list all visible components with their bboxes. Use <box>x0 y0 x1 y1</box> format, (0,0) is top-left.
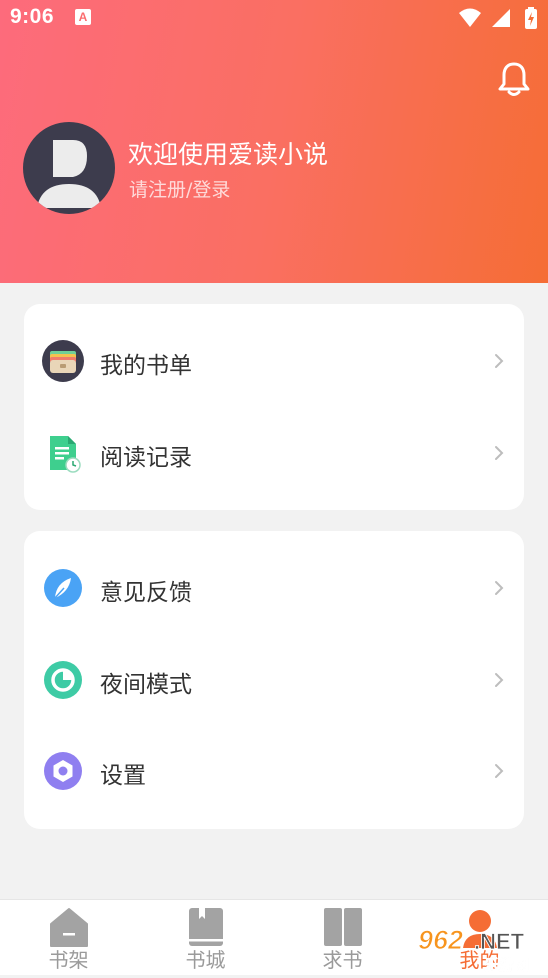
chevron-right-icon <box>495 673 504 687</box>
person-icon <box>463 910 497 948</box>
tab-my-profile[interactable]: 我的 <box>411 900 548 975</box>
menu-item-reading-history[interactable]: 阅读记录 <box>24 414 524 494</box>
bottom-tab-bar: 书架 书城 求书 我的 <box>0 899 548 975</box>
menu-label: 设置 <box>100 763 146 789</box>
menu-label: 我的书单 <box>100 353 192 379</box>
tab-label: 求书 <box>322 948 363 972</box>
wallet-icon <box>42 340 84 382</box>
wifi-icon <box>459 8 481 27</box>
open-book-icon <box>324 908 362 946</box>
default-avatar-icon <box>37 140 101 208</box>
status-bar: 9:06 A <box>0 0 548 36</box>
cell-signal-icon <box>492 9 510 27</box>
register-login-link[interactable]: 请注册/登录 <box>129 175 230 202</box>
menu-item-feedback[interactable]: 意见反馈 <box>24 549 524 629</box>
chevron-right-icon <box>495 354 504 368</box>
menu-label: 阅读记录 <box>100 445 192 471</box>
feather-icon <box>44 569 82 607</box>
menu-label: 夜间模式 <box>100 672 192 698</box>
profile-header: 9:06 A 欢迎使用爱读小说 请注册/登录 <box>0 0 548 283</box>
tab-bookshelf[interactable]: 书架 <box>0 900 137 975</box>
house-icon <box>50 908 88 947</box>
tab-bookstore[interactable]: 书城 <box>137 900 274 975</box>
menu-label: 意见反馈 <box>100 580 192 606</box>
chevron-right-icon <box>495 764 504 778</box>
notification-badge-icon: A <box>75 9 91 25</box>
menu-card-settings: 意见反馈 夜间模式 设置 <box>24 531 524 829</box>
tab-label: 书架 <box>48 948 89 972</box>
document-clock-icon <box>50 436 81 473</box>
battery-icon <box>525 7 537 29</box>
tab-label: 我的 <box>459 948 500 972</box>
menu-item-night-mode[interactable]: 夜间模式 <box>24 641 524 721</box>
gear-icon <box>44 752 82 790</box>
chevron-right-icon <box>495 446 504 460</box>
status-time: 9:06 <box>10 5 55 28</box>
menu-item-settings[interactable]: 设置 <box>24 732 524 812</box>
book-icon <box>189 908 223 946</box>
tab-label: 书城 <box>185 948 226 972</box>
menu-item-my-booklist[interactable]: 我的书单 <box>24 322 524 402</box>
pie-chart-icon <box>44 661 82 699</box>
bell-icon[interactable] <box>497 61 531 97</box>
chevron-right-icon <box>495 581 504 595</box>
menu-card-library: 我的书单 阅读记录 <box>24 304 524 510</box>
tab-request-book[interactable]: 求书 <box>274 900 411 975</box>
welcome-title: 欢迎使用爱读小说 <box>128 140 329 169</box>
avatar[interactable] <box>23 122 115 214</box>
